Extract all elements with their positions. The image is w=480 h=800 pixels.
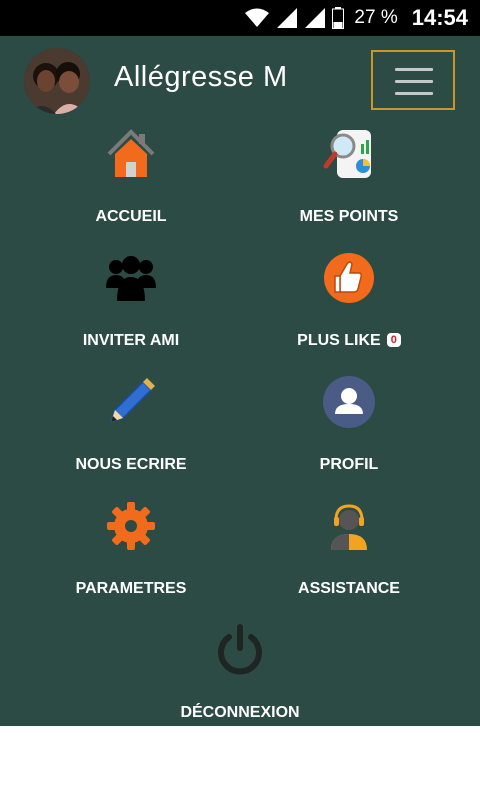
wifi-icon — [245, 8, 270, 27]
menu-item-deconnexion[interactable]: DÉCONNEXION — [130, 624, 350, 734]
menu-item-assistance[interactable]: ASSISTANCE — [239, 500, 459, 610]
menu-item-label: PLUS LIKE — [297, 332, 381, 349]
signal-icon-2 — [305, 8, 326, 28]
menu-item-label: INVITER AMI — [82, 332, 180, 349]
user-icon — [323, 376, 375, 428]
menu-item-accueil[interactable]: ACCUEIL — [21, 128, 241, 238]
menu-item-mes-points[interactable]: MES POINTS — [239, 128, 459, 238]
menu-item-nous-ecrire[interactable]: NOUS ECRIRE — [21, 376, 241, 486]
menu-item-inviter-ami[interactable]: INVITER AMI — [21, 252, 241, 362]
signal-icon — [277, 8, 298, 28]
clock: 14:54 — [411, 5, 468, 30]
pencil-icon — [109, 378, 155, 424]
navigation-menu-panel: Allégresse M ACCUEIL MES POINTS INVITER … — [0, 36, 480, 726]
profile-header: Allégresse M — [0, 36, 480, 126]
home-icon — [107, 129, 155, 177]
menu-item-label: ASSISTANCE — [298, 580, 400, 597]
search-chart-icon — [323, 130, 371, 178]
battery-percent: 27 % — [354, 7, 398, 28]
menu-item-label: DÉCONNEXION — [180, 704, 300, 721]
gear-icon — [107, 502, 155, 550]
thumbs-up-icon — [324, 253, 374, 303]
user-name: Allégresse M — [114, 61, 288, 93]
menu-item-plus-like[interactable]: PLUS LIKE 0 — [239, 252, 459, 362]
status-bar: 27 % 14:54 — [0, 0, 480, 36]
like-count-badge: 0 — [386, 332, 401, 347]
menu-item-parametres[interactable]: PARAMETRES — [21, 500, 241, 610]
menu-item-label: PARAMETRES — [75, 580, 187, 597]
menu-item-label: ACCUEIL — [95, 208, 167, 225]
hamburger-menu-button[interactable] — [371, 50, 455, 110]
headset-icon — [331, 504, 367, 550]
battery-icon — [332, 7, 345, 29]
menu-item-profil[interactable]: PROFIL — [239, 376, 459, 486]
power-icon — [218, 624, 262, 675]
menu-item-label: PROFIL — [319, 456, 379, 473]
menu-item-label: MES POINTS — [299, 208, 399, 225]
menu-item-label: NOUS ECRIRE — [75, 456, 187, 473]
group-icon — [106, 256, 156, 301]
avatar[interactable] — [24, 48, 90, 114]
